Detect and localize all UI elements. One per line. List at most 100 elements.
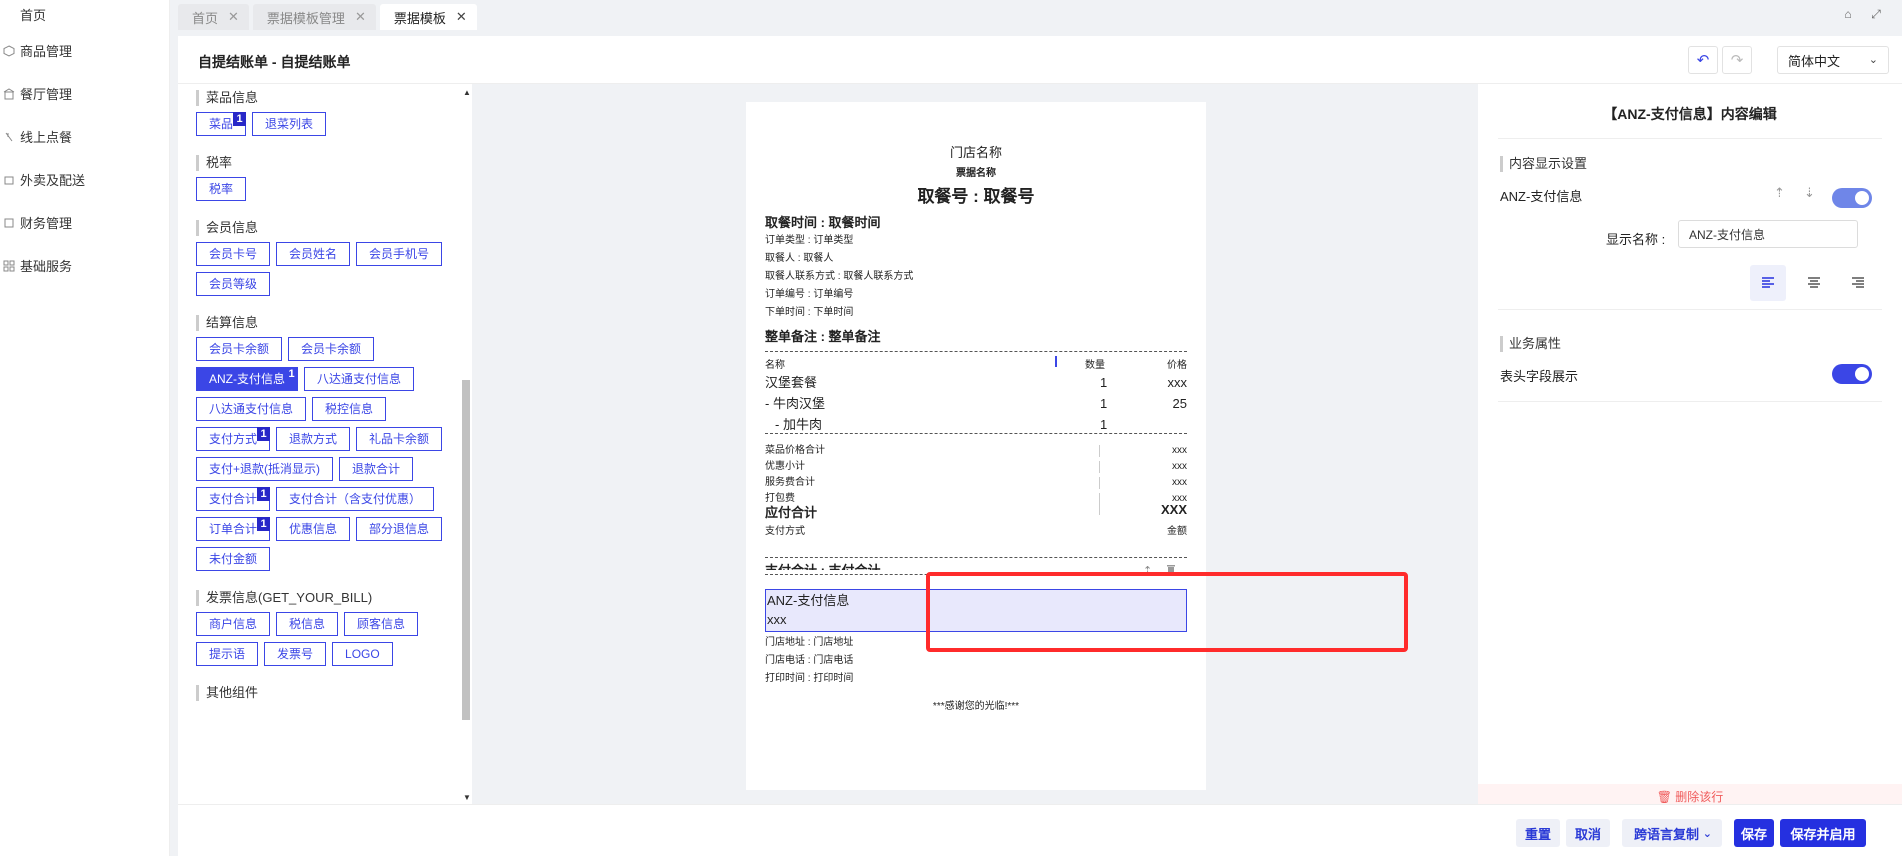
component-chip[interactable]: 菜品 1 [196,112,247,136]
chip-label: 礼品卡余额 [369,432,430,446]
info-line[interactable]: 订单编号 : 订单编号 [765,286,913,304]
chip-label: 会员姓名 [289,247,338,261]
component-chip[interactable]: 退款合计 [339,457,414,481]
table-header[interactable]: 名称 数量 价格 [765,356,1187,371]
fullscreen-icon[interactable]: ⤢ [1868,6,1884,22]
header-field-toggle[interactable] [1832,364,1872,384]
component-chip[interactable]: 顾客信息 [344,612,419,636]
component-chip[interactable]: 会员等级 [196,272,271,296]
component-chip[interactable]: 商户信息 [196,612,271,636]
col-name: 名称 [765,360,785,371]
pay-method-row[interactable]: 支付方式 金额 [765,522,1187,537]
component-chip[interactable]: 支付合计（含支付优惠） [276,487,435,511]
cancel-button[interactable]: 取消 [1566,819,1610,847]
tab-home[interactable]: 首页 ✕ [178,4,249,30]
component-chip[interactable]: 退款方式 [276,427,351,451]
tab-label: 首页 [192,10,219,26]
info-line[interactable]: 取餐人联系方式 : 取餐人联系方式 [765,268,913,286]
payable-row[interactable]: 应付合计 XXX [765,502,1187,521]
item-row[interactable]: 汉堡套餐 1 xxx [765,372,1187,393]
nav-item-online-order[interactable]: 线上点餐 [0,115,169,158]
total-row[interactable]: 菜品价格合计 xxx [765,443,1187,459]
component-chip[interactable]: 订单合计 1 [196,517,271,541]
component-chip[interactable]: LOGO [332,642,393,666]
language-select[interactable]: 简体中文 ⌄ [1777,46,1889,74]
footer-line[interactable]: 门店地址 : 门店地址 [765,634,853,652]
nav-item-restaurant[interactable]: 餐厅管理 [0,72,169,115]
component-chip[interactable]: 支付+退款(抵消显示) [196,457,334,481]
component-chip[interactable]: 税信息 [276,612,339,636]
component-chip[interactable]: 礼品卡余额 [356,427,443,451]
tab-template-management[interactable]: 票据模板管理 ✕ [252,4,376,30]
item-row[interactable]: - 加牛肉 1 [765,414,1187,435]
store-name[interactable]: 门店名称 [746,142,1206,161]
component-chip[interactable]: 会员卡余额 [288,337,375,361]
display-name-input[interactable] [1678,220,1858,248]
component-chip[interactable]: 会员姓名 [276,242,351,266]
tab-template[interactable]: 票据模板 ✕ [379,4,477,30]
nav-item-delivery[interactable]: 外卖及配送 [0,158,169,201]
column-marker [1055,356,1057,367]
align-center-button[interactable] [1796,265,1832,301]
cross-language-copy-button[interactable]: 跨语言复制 ⌄ [1622,819,1722,847]
reset-button[interactable]: 重置 [1516,819,1560,847]
chip-label: 税控信息 [325,402,374,416]
component-chip[interactable]: 八达通支付信息 [304,367,415,391]
section-title: 结算信息 [196,315,460,331]
scroll-up-icon[interactable]: ▲ [463,88,471,97]
move-down-icon[interactable]: ⇣ [1804,185,1815,201]
info-line[interactable]: 下单时间 : 下单时间 [765,304,913,322]
component-chip[interactable]: ANZ-支付信息 1 [196,367,298,391]
divider [1498,138,1882,139]
order-remark[interactable]: 整单备注 : 整单备注 [765,326,881,345]
component-chip[interactable]: 会员卡号 [196,242,271,266]
thanks-text[interactable]: ***感谢您的光临!*** [746,697,1206,712]
nav-item-home[interactable]: 首页 [0,0,169,28]
component-chip[interactable]: 税率 [196,177,247,201]
component-chip[interactable]: 税控信息 [312,397,387,421]
nav-item-finance[interactable]: 财务管理 [0,201,169,244]
footer-line[interactable]: 打印时间 : 打印时间 [765,670,853,688]
business-section-title: 业务属性 [1500,336,1561,352]
pickup-time[interactable]: 取餐时间 : 取餐时间 [765,212,881,231]
receipt-name[interactable]: 票据名称 [746,164,1206,179]
component-chip[interactable]: 优惠信息 [276,517,351,541]
component-chip[interactable]: 提示语 [196,642,259,666]
preview-canvas: 门店名称 票据名称 取餐号 : 取餐号 取餐时间 : 取餐时间 订单类型 : 订… [472,84,1478,804]
total-row[interactable]: 服务费合计 xxx [765,475,1187,491]
component-chip[interactable]: 支付合计 1 [196,487,271,511]
pickup-number[interactable]: 取餐号 : 取餐号 [746,182,1206,207]
info-line[interactable]: 取餐人 : 取餐人 [765,250,913,268]
save-and-enable-button[interactable]: 保存并启用 [1780,819,1866,847]
component-chip[interactable]: 发票号 [264,642,327,666]
component-chip[interactable]: 退菜列表 [252,112,327,136]
lock-icon[interactable]: ⌂ [1840,6,1856,22]
redo-button[interactable]: ↷ [1722,46,1752,74]
undo-button[interactable]: ↶ [1688,46,1718,74]
close-icon[interactable]: ✕ [355,9,366,25]
component-chip[interactable]: 八达通支付信息 [196,397,307,421]
component-chip[interactable]: 会员手机号 [356,242,443,266]
nav-item-basic-service[interactable]: 基础服务 [0,244,169,287]
field-visible-toggle[interactable] [1832,188,1872,208]
chip-label: ANZ-支付信息 [209,372,285,386]
align-left-button[interactable] [1750,265,1786,301]
nav-item-goods[interactable]: 商品管理 [0,29,169,72]
component-chip[interactable]: 会员卡余额 [196,337,283,361]
component-chip[interactable]: 部分退信息 [356,517,443,541]
component-chip[interactable]: 支付方式 1 [196,427,271,451]
move-up-icon[interactable]: ⇡ [1774,185,1785,201]
close-icon[interactable]: ✕ [228,9,239,25]
component-panel: 菜品信息 菜品 1 退菜列表 税率 税率 会员信息 会员卡号 会员姓名 会员手机号 会员等级 结算信息… [178,84,468,804]
close-icon[interactable]: ✕ [456,9,467,25]
scroll-thumb[interactable] [462,380,470,720]
item-row[interactable]: - 牛肉汉堡 1 25 [765,393,1187,414]
align-right-button[interactable] [1840,265,1876,301]
footer-line[interactable]: 门店电话 : 门店电话 [765,652,853,670]
info-line[interactable]: 订单类型 : 订单类型 [765,232,913,250]
total-row[interactable]: 优惠小计 xxx [765,459,1187,475]
pay-total[interactable]: 支付合计 : 支付合计 [765,560,881,570]
save-button[interactable]: 保存 [1734,819,1774,847]
scroll-down-icon[interactable]: ▼ [463,793,471,802]
component-chip[interactable]: 未付金额 [196,547,271,571]
